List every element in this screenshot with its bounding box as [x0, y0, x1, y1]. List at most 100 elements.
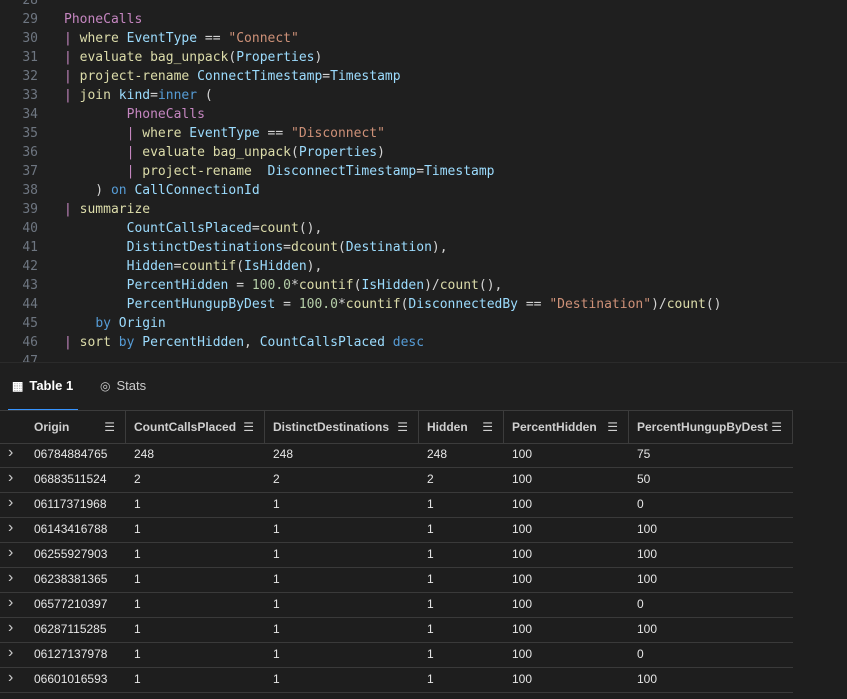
code-token: PercentHungupByDest [126, 297, 276, 312]
table-cell: 1 [427, 672, 434, 686]
column-header-label: CountCallsPlaced [134, 420, 237, 434]
column-header[interactable]: Origin ☰ [0, 411, 126, 443]
table-cell: 1 [273, 672, 280, 686]
table-row[interactable]: › 06255927903 1 1 1 100 100 [0, 542, 793, 568]
code-token: "Disconnect" [291, 126, 385, 141]
code-token: where [79, 31, 127, 46]
table-cell: 100 [512, 647, 533, 661]
column-header[interactable]: PercentHidden ☰ [504, 411, 629, 443]
table-cell: 100 [512, 572, 533, 586]
table-row[interactable]: › 06784884765 248 248 248 100 75 [0, 442, 793, 468]
column-header[interactable]: CountCallsPlaced ☰ [126, 411, 265, 443]
table-cell: 0 [637, 647, 644, 661]
code-token: evaluate [142, 145, 213, 160]
code-text: PhoneCalls [64, 105, 205, 124]
code-token: sort [79, 335, 119, 350]
code-token: | [64, 50, 80, 65]
table-row[interactable]: › 06143416788 1 1 1 100 100 [0, 517, 793, 543]
table-cell: 1 [427, 647, 434, 661]
column-header-label: Origin [34, 420, 70, 434]
table-row[interactable]: › 06601016593 1 1 1 100 100 [0, 667, 793, 693]
code-token: DistinctDestinations [126, 240, 284, 255]
code-token: ConnectTimestamp [197, 69, 323, 84]
column-menu-icon[interactable]: ☰ [771, 411, 782, 443]
code-token: ), [306, 259, 323, 274]
code-editor[interactable]: 28 29 PhoneCalls 30 | where EventType == "Co… [0, 0, 847, 362]
expand-chevron-icon[interactable]: › [8, 442, 13, 464]
expand-chevron-icon[interactable]: › [8, 642, 13, 664]
code-token: project-rename [79, 69, 198, 84]
expand-chevron-icon[interactable]: › [8, 567, 13, 589]
expand-chevron-icon[interactable]: › [8, 667, 13, 689]
tab-table-1[interactable]: ▦ Table 1 [8, 363, 78, 411]
code-token: | [64, 88, 80, 103]
column-menu-icon[interactable]: ☰ [482, 411, 493, 443]
table-cell: 1 [134, 597, 141, 611]
table-cell: 100 [512, 672, 533, 686]
code-token: IsHidden [244, 259, 307, 274]
line-number: 37 [22, 164, 38, 179]
tab-stats-label: Stats [116, 378, 147, 393]
line-number: 44 [22, 297, 38, 312]
table-row[interactable]: › 06117371968 1 1 1 100 0 [0, 492, 793, 518]
code-token: = [150, 88, 158, 103]
code-token: * [291, 278, 299, 293]
code-token: ) [314, 50, 323, 65]
expand-chevron-icon[interactable]: › [8, 617, 13, 639]
table-cell: 1 [273, 497, 280, 511]
table-cell: 1 [134, 497, 141, 511]
code-token: CountCallsPlaced [259, 335, 385, 350]
table-cell: 1 [273, 522, 280, 536]
expand-chevron-icon[interactable]: › [8, 517, 13, 539]
line-number: 33 [22, 88, 38, 103]
table-icon: ▦ [12, 379, 24, 393]
code-token: = [283, 240, 291, 255]
code-token: ) [64, 183, 111, 198]
column-header[interactable]: DistinctDestinations ☰ [265, 411, 419, 443]
code-token: )/ [651, 297, 667, 312]
table-cell: 100 [512, 447, 533, 461]
table-row[interactable]: › 06577210397 1 1 1 100 0 [0, 592, 793, 618]
code-text: DistinctDestinations=dcount(Destination)… [64, 238, 448, 257]
column-header[interactable]: Hidden ☰ [419, 411, 504, 443]
table-cell: 1 [427, 572, 434, 586]
code-token: | [64, 202, 80, 217]
column-menu-icon[interactable]: ☰ [104, 411, 115, 443]
column-menu-icon[interactable]: ☰ [243, 411, 254, 443]
tab-stats[interactable]: ◎ Stats [100, 363, 160, 409]
table-cell: 2 [273, 472, 280, 486]
expand-chevron-icon[interactable]: › [8, 492, 13, 514]
table-cell: 100 [637, 572, 658, 586]
code-token: count [439, 278, 479, 293]
table-cell: 1 [273, 597, 280, 611]
code-token: countif [298, 278, 354, 293]
table-row[interactable]: › 06127137978 1 1 1 100 0 [0, 642, 793, 668]
table-row[interactable]: › 06883511524 2 2 2 100 50 [0, 467, 793, 493]
code-token: desc [392, 335, 425, 350]
code-token: * [337, 297, 346, 312]
code-token: by [118, 335, 143, 350]
results-tab-bar: ▦ Table 1 ◎ Stats [0, 362, 847, 411]
code-token: (), [478, 278, 503, 293]
table-row[interactable]: › 06238381365 1 1 1 100 100 [0, 567, 793, 593]
expand-chevron-icon[interactable]: › [8, 542, 13, 564]
column-menu-icon[interactable]: ☰ [607, 411, 618, 443]
code-token: = [275, 297, 299, 312]
expand-chevron-icon[interactable]: › [8, 592, 13, 614]
code-token: = [322, 69, 331, 84]
table-cell: 100 [512, 472, 533, 486]
code-token: kind [118, 88, 151, 103]
code-token: | [126, 164, 143, 179]
column-header-label: Hidden [427, 420, 468, 434]
table-row[interactable]: › 06287115285 1 1 1 100 100 [0, 617, 793, 643]
code-token: Hidden [126, 259, 174, 274]
code-token: DisconnectedBy [408, 297, 518, 312]
column-menu-icon[interactable]: ☰ [397, 411, 408, 443]
expand-chevron-icon[interactable]: › [8, 467, 13, 489]
code-token: on [110, 183, 135, 198]
column-header[interactable]: PercentHungupByDest ☰ [629, 411, 793, 443]
